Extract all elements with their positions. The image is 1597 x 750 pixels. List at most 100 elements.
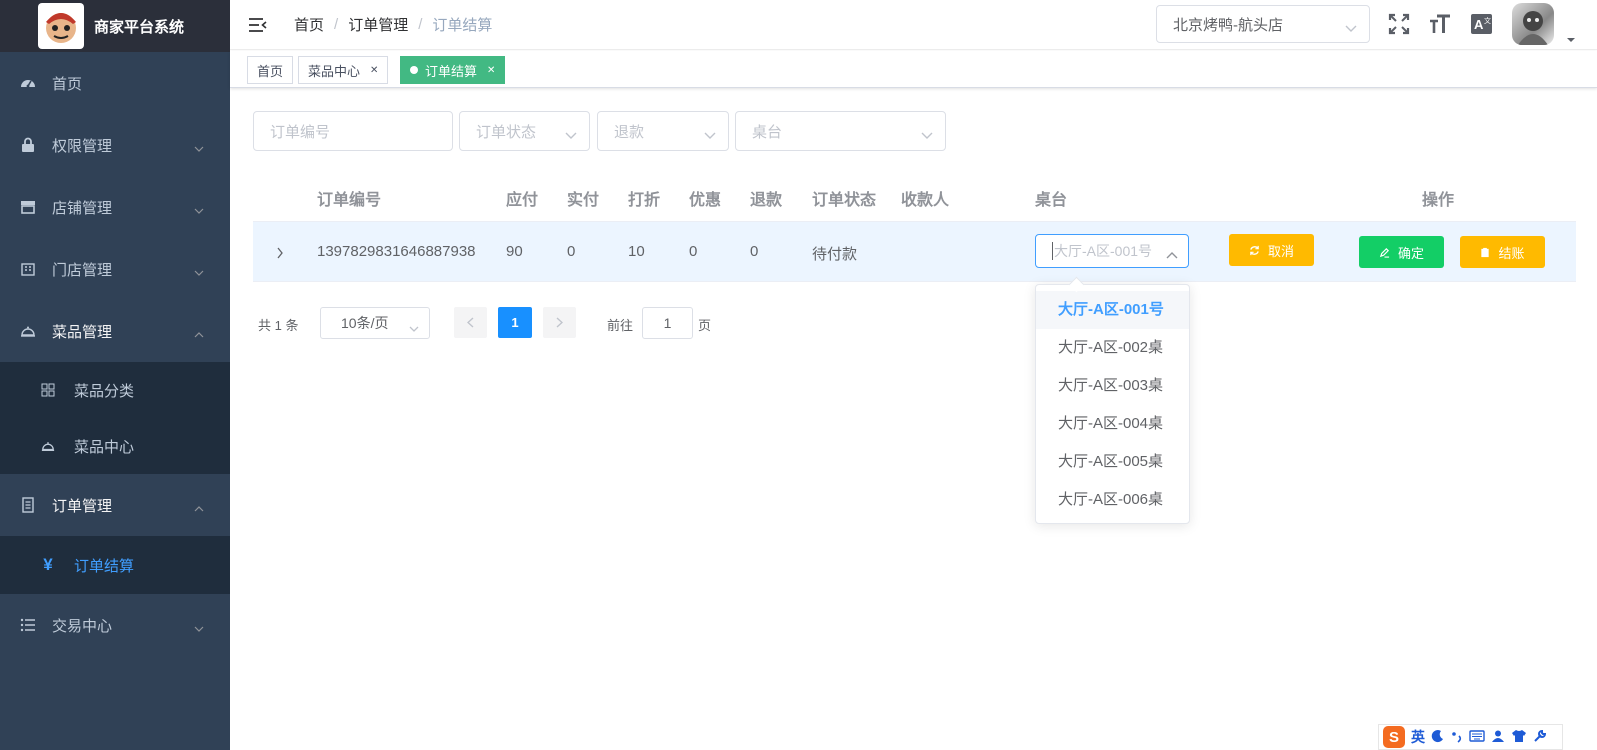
translate-icon[interactable]: A文 bbox=[1470, 12, 1494, 36]
expand-row-icon[interactable] bbox=[276, 246, 284, 262]
lock-icon bbox=[18, 135, 38, 155]
moon-icon[interactable] bbox=[1431, 729, 1445, 746]
shop-select-value: 北京烤鸭-航头店 bbox=[1173, 16, 1283, 34]
dropdown-option[interactable]: 大厅-A区-006桌 bbox=[1036, 481, 1189, 519]
breadcrumb-item-home[interactable]: 首页 bbox=[294, 14, 324, 35]
sidebar: 商家平台系统 首页 权限管理 店铺管理 门店管理 菜品管理 菜品分类 菜品中心 … bbox=[0, 0, 230, 750]
svg-text:A: A bbox=[1474, 17, 1484, 32]
page-number-button[interactable]: 1 bbox=[498, 307, 532, 338]
edit-icon bbox=[1379, 247, 1390, 258]
yen-icon: ¥ bbox=[43, 555, 53, 574]
logo-image bbox=[38, 3, 84, 49]
sidebar-item-label: 交易中心 bbox=[52, 617, 113, 635]
dropdown-option[interactable]: 大厅-A区-001号 bbox=[1036, 291, 1189, 329]
chevron-left-icon bbox=[466, 315, 474, 331]
page-size-select[interactable]: 10条/页 bbox=[320, 307, 430, 339]
checkout-button[interactable]: 结账 bbox=[1460, 236, 1545, 268]
shop-select[interactable]: 北京烤鸭-航头店 bbox=[1156, 5, 1370, 43]
cancel-button[interactable]: 取消 bbox=[1229, 234, 1314, 266]
sidebar-item-label: 菜品管理 bbox=[52, 323, 113, 341]
chevron-down-icon bbox=[704, 127, 716, 144]
tag-order-settlement[interactable]: 订单结算 ✕ bbox=[400, 56, 506, 84]
table-select-placeholder: 大厅-A区-001号 bbox=[1054, 243, 1153, 259]
breadcrumb-separator: / bbox=[334, 16, 339, 33]
sidebar-item-branch[interactable]: 门店管理 bbox=[0, 238, 230, 300]
confirm-button[interactable]: 确定 bbox=[1359, 236, 1444, 268]
shop-icon bbox=[18, 197, 38, 217]
wrench-icon[interactable] bbox=[1533, 729, 1547, 746]
punctuation-icon[interactable] bbox=[1451, 729, 1463, 746]
sidebar-item-home[interactable]: 首页 bbox=[0, 52, 230, 114]
chevron-down-icon bbox=[409, 320, 419, 336]
font-size-icon[interactable] bbox=[1428, 12, 1452, 36]
order-number-placeholder: 订单编号 bbox=[270, 123, 331, 141]
sidebar-item-label: 菜品分类 bbox=[74, 382, 135, 400]
chevron-down-icon bbox=[1345, 20, 1357, 37]
sogou-icon[interactable]: S bbox=[1383, 726, 1405, 748]
ime-mode-label[interactable]: 英 bbox=[1411, 727, 1425, 747]
keyboard-icon[interactable] bbox=[1469, 729, 1485, 745]
svg-text:文: 文 bbox=[1484, 16, 1491, 25]
order-status-select[interactable]: 订单状态 bbox=[459, 111, 590, 151]
sidebar-logo[interactable]: 商家平台系统 bbox=[0, 0, 230, 52]
column-header-payable: 应付 bbox=[506, 192, 539, 209]
column-header-paid: 实付 bbox=[567, 192, 600, 209]
chevron-up-icon bbox=[1166, 246, 1178, 262]
table-dropdown: 大厅-A区-001号 大厅-A区-002桌 大厅-A区-003桌 大厅-A区-0… bbox=[1035, 284, 1190, 524]
sidebar-item-order-settlement[interactable]: ¥ 订单结算 bbox=[0, 536, 230, 594]
chevron-down-icon bbox=[921, 127, 933, 144]
close-icon[interactable]: ✕ bbox=[487, 65, 495, 76]
tag-label: 首页 bbox=[257, 63, 284, 79]
tag-label: 订单结算 bbox=[425, 63, 478, 79]
submenu-order: ¥ 订单结算 bbox=[0, 536, 230, 594]
table-select[interactable]: 大厅-A区-001号 bbox=[1035, 234, 1189, 268]
user-icon[interactable] bbox=[1491, 729, 1505, 746]
cell-discount: 10 bbox=[628, 243, 645, 260]
sidebar-item-store[interactable]: 店铺管理 bbox=[0, 176, 230, 238]
refresh-icon bbox=[1249, 245, 1260, 256]
order-number-input[interactable]: 订单编号 bbox=[253, 111, 453, 151]
sidebar-item-permission[interactable]: 权限管理 bbox=[0, 114, 230, 176]
dropdown-option[interactable]: 大厅-A区-002桌 bbox=[1036, 329, 1189, 367]
page-size-value: 10条/页 bbox=[341, 315, 389, 331]
dropdown-option[interactable]: 大厅-A区-004桌 bbox=[1036, 405, 1189, 443]
chevron-up-icon bbox=[194, 500, 204, 517]
cell-refund: 0 bbox=[750, 243, 759, 260]
chevron-down-icon bbox=[565, 127, 577, 144]
sidebar-item-dish-category[interactable]: 菜品分类 bbox=[0, 362, 230, 418]
fullscreen-icon[interactable] bbox=[1387, 12, 1411, 36]
sidebar-item-dish[interactable]: 菜品管理 bbox=[0, 300, 230, 362]
tag-home[interactable]: 首页 bbox=[247, 56, 294, 84]
building-icon bbox=[18, 259, 38, 279]
active-dot-icon bbox=[410, 66, 418, 74]
clipboard-icon bbox=[1480, 247, 1490, 258]
goto-suffix-label: 页 bbox=[698, 318, 712, 333]
dish-cover-icon bbox=[40, 438, 56, 454]
next-page-button[interactable] bbox=[543, 307, 576, 338]
dropdown-option[interactable]: 大厅-A区-005桌 bbox=[1036, 443, 1189, 481]
breadcrumb-item-order[interactable]: 订单管理 bbox=[348, 14, 408, 35]
cancel-button-label: 取消 bbox=[1267, 243, 1294, 259]
shirt-icon[interactable] bbox=[1511, 729, 1527, 746]
prev-page-button[interactable] bbox=[454, 307, 487, 338]
tag-dish-center[interactable]: 菜品中心 ✕ bbox=[298, 56, 389, 84]
sidebar-item-order[interactable]: 订单管理 bbox=[0, 474, 230, 536]
chevron-down-icon bbox=[194, 620, 204, 637]
cell-payable: 90 bbox=[506, 243, 523, 260]
tag-label: 菜品中心 bbox=[308, 63, 361, 79]
confirm-button-label: 确定 bbox=[1397, 245, 1424, 261]
chevron-right-icon bbox=[556, 315, 564, 331]
caret-down-icon[interactable] bbox=[1566, 30, 1576, 46]
dropdown-option[interactable]: 大厅-A区-003桌 bbox=[1036, 367, 1189, 405]
sidebar-item-dish-center[interactable]: 菜品中心 bbox=[0, 418, 230, 474]
refund-select[interactable]: 退款 bbox=[597, 111, 729, 151]
table-filter-select[interactable]: 桌台 bbox=[735, 111, 946, 151]
close-icon[interactable]: ✕ bbox=[370, 65, 378, 76]
avatar[interactable] bbox=[1512, 3, 1554, 45]
sidebar-item-trade[interactable]: 交易中心 bbox=[0, 594, 230, 656]
hamburger-icon[interactable] bbox=[248, 15, 268, 35]
goto-page-input[interactable]: 1 bbox=[642, 307, 693, 339]
ime-toolbar: S 英 bbox=[1378, 724, 1563, 750]
column-header-coupon: 优惠 bbox=[689, 192, 722, 209]
breadcrumb: 首页 / 订单管理 / 订单结算 bbox=[294, 14, 492, 35]
